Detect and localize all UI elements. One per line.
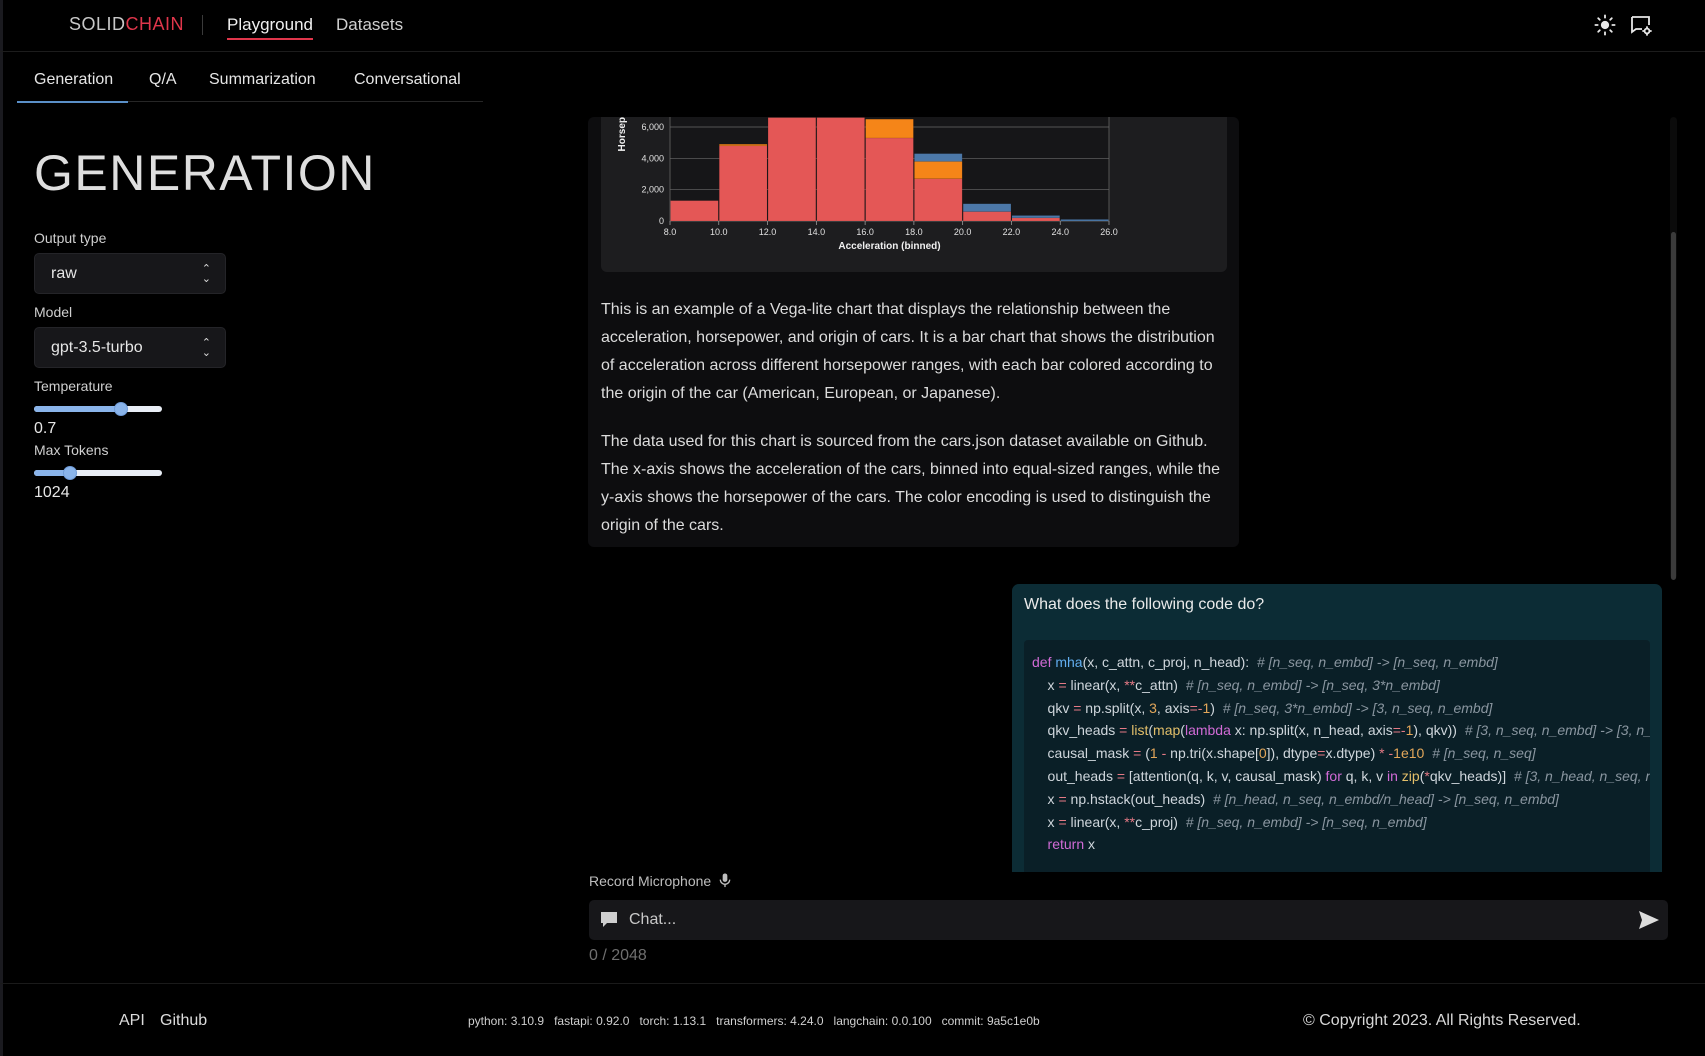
code-line: return x [1032, 836, 1096, 853]
chart-bar-segment [719, 145, 768, 222]
bar-chart: 0 2,000 4,000 6,000 8.0 10.0 12.0 14.0 16.0 18.0 2… [617, 117, 1118, 252]
output-type-select[interactable]: raw ⌃ ⌄ [34, 253, 226, 294]
user-message: What does the following code do? def mha… [1012, 584, 1662, 872]
nav-datasets[interactable]: Datasets [336, 15, 403, 38]
header-divider [202, 15, 203, 35]
code-block: def mha(x, c_attn, c_proj, n_head): # [n… [1024, 640, 1650, 872]
max-tokens-slider[interactable] [34, 466, 162, 480]
tab-qa[interactable]: Q/A [149, 71, 177, 89]
chart-bar-segment [670, 200, 719, 222]
chart-y-tick-label: 6,000 [641, 122, 664, 132]
chart-y-axis-label: Horsep [617, 117, 628, 151]
code-line: qkv_heads = list(map(lambda x: np.split(… [1032, 722, 1650, 739]
output-type-label: Output type [34, 230, 107, 246]
sun-icon[interactable] [1592, 12, 1618, 38]
footer-link-api[interactable]: API [119, 1012, 145, 1030]
output-type-value: raw [51, 265, 77, 282]
temperature-slider-knob[interactable] [113, 402, 128, 416]
tab-generation[interactable]: Generation [17, 71, 129, 103]
record-microphone-label: Record Microphone [589, 873, 712, 889]
user-question: What does the following code do? [1024, 596, 1265, 613]
record-microphone-button[interactable]: Record Microphone [589, 873, 731, 891]
chat-scrollbar-thumb[interactable] [1671, 232, 1676, 580]
chat-input[interactable] [629, 900, 1589, 940]
message-paragraph-1: This is an example of a Vega-lite chart … [601, 301, 1215, 402]
version-info: python: 3.10.9 fastapi: 0.92.0 torch: 1.… [468, 1014, 1040, 1028]
logo[interactable]: SOLIDCHAIN [69, 14, 184, 35]
code-line: def mha(x, c_attn, c_proj, n_head): # [n… [1032, 654, 1498, 670]
footer: API Github python: 3.10.9 fastapi: 0.92.… [0, 983, 1705, 1056]
chat-settings-icon[interactable] [1628, 12, 1654, 38]
chart-bar-segment [914, 178, 963, 222]
chart-x-tick-label: 24.0 [1051, 227, 1069, 237]
chart-x-tick-label: 18.0 [905, 227, 923, 237]
chart-y-tick-label: 0 [659, 216, 664, 226]
tab-summarization[interactable]: Summarization [209, 71, 316, 89]
model-value: gpt-3.5-turbo [51, 339, 143, 356]
max-tokens-slider-knob[interactable] [62, 466, 77, 480]
chart-bar-segment [865, 118, 914, 139]
max-tokens-value: 1024 [34, 484, 70, 501]
footer-link-github[interactable]: Github [160, 1012, 207, 1030]
logo-text-chain: CHAIN [125, 14, 185, 34]
left-edge-rule [0, 0, 3, 1056]
token-counter: 0 / 2048 [589, 947, 647, 964]
chart-bar-segment [1011, 217, 1060, 222]
chart-x-tick-label: 14.0 [808, 227, 826, 237]
code-line: x = linear(x, **c_proj) # [n_seq, n_embd… [1032, 813, 1427, 830]
temperature-slider[interactable] [34, 402, 162, 416]
nav-playground[interactable]: Playground [227, 15, 314, 40]
code-line: x = linear(x, **c_attn) # [n_seq, n_embd… [1032, 676, 1440, 693]
chart-x-axis-label: Acceleration (binned) [838, 241, 940, 252]
app-root: SOLIDCHAIN Playground Datasets Generatio… [0, 0, 1705, 1056]
chart-x-tick-label: 20.0 [954, 227, 972, 237]
send-icon[interactable] [1638, 910, 1660, 935]
copyright: © Copyright 2023. All Rights Reserved. [1303, 1012, 1581, 1029]
chart-x-tick-label: 22.0 [1003, 227, 1021, 237]
chevron-updown-icon: ⌃ ⌄ [201, 263, 211, 285]
code-line: out_heads = [attention(q, k, v, causal_m… [1032, 768, 1650, 784]
chart-bar-segment [865, 137, 914, 222]
temperature-value: 0.7 [34, 420, 57, 437]
model-label: Model [34, 304, 73, 320]
chat-bubble-icon [599, 910, 619, 935]
code-line: causal_mask = (1 - np.tri(x.shape[0]), d… [1032, 745, 1536, 762]
code-line: x = np.hstack(out_heads) # [n_head, n_se… [1032, 790, 1559, 807]
chart-x-tick-label: 10.0 [710, 227, 728, 237]
chart-bar-segment [719, 143, 768, 147]
chart-x-tick-label: 8.0 [664, 227, 677, 237]
chart-bar-segment [914, 153, 963, 162]
chat-input-box [589, 900, 1668, 940]
chart-bar-segment [1060, 219, 1109, 222]
message-paragraph-2: The data used for this chart is sourced … [601, 433, 1221, 534]
chevron-updown-icon: ⌃ ⌄ [201, 337, 211, 359]
mode-tabs: Generation Q/A Summarization Conversatio… [17, 60, 483, 103]
tab-conversational[interactable]: Conversational [354, 71, 461, 89]
logo-text-solid: SOLID [69, 14, 126, 34]
temperature-label: Temperature [34, 378, 113, 394]
chart-bar-segment [962, 203, 1012, 212]
chart-x-tick-label: 16.0 [856, 227, 874, 237]
chart-bar-segment [816, 117, 865, 222]
chart-bar-segment [962, 211, 1012, 222]
chart-y-tick-label: 4,000 [641, 153, 664, 163]
chart-x-tick-label: 12.0 [759, 227, 777, 237]
chart-x-tick-label: 26.0 [1100, 227, 1118, 237]
max-tokens-label: Max Tokens [34, 442, 109, 458]
chart-y-tick-label: 2,000 [641, 185, 664, 195]
microphone-icon [719, 873, 731, 891]
code-line: qkv = np.split(x, 3, axis=-1) # [n_seq, … [1032, 699, 1493, 716]
page-title: GENERATION [34, 145, 376, 201]
chart-bar-segment [767, 117, 817, 222]
model-select[interactable]: gpt-3.5-turbo ⌃ ⌄ [34, 327, 226, 368]
temperature-slider-fill [34, 406, 121, 412]
chart-bar-segment [1011, 215, 1060, 219]
chart-container: 0 2,000 4,000 6,000 8.0 10.0 12.0 14.0 16.0 18.0 2… [601, 117, 1227, 272]
top-header: SOLIDCHAIN Playground Datasets [0, 0, 1705, 52]
chart-bar-segment [914, 161, 963, 179]
